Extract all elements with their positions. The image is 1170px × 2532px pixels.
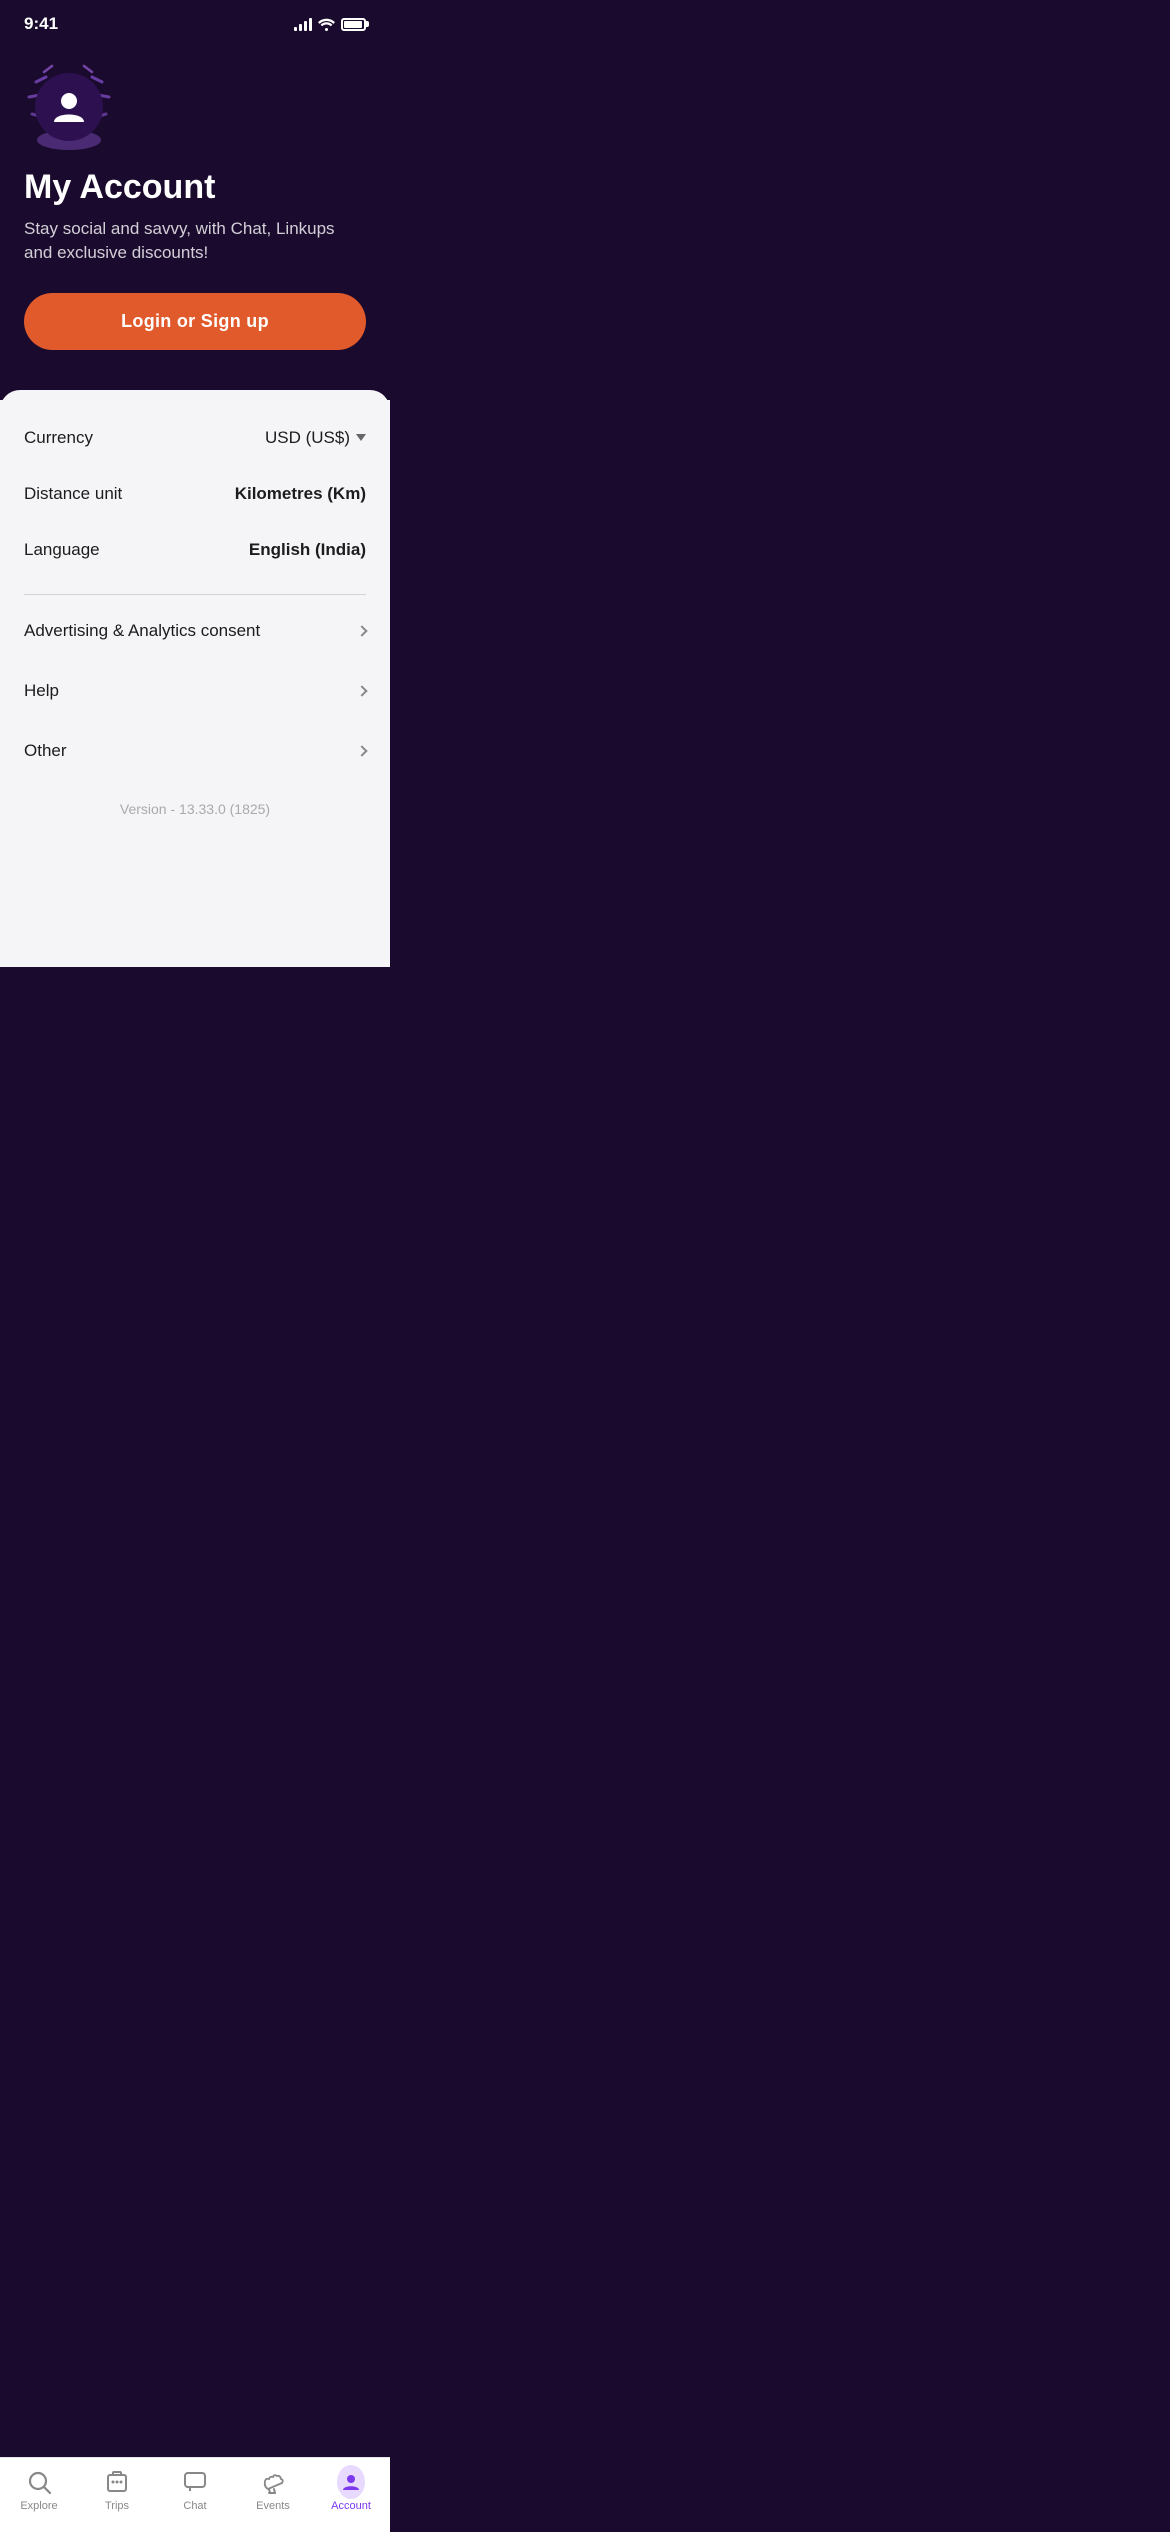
nav-chat-label: Chat [183, 2500, 206, 2512]
help-label: Help [24, 681, 59, 701]
status-time: 9:41 [24, 14, 58, 34]
chevron-right-icon [356, 745, 367, 756]
signal-icon [294, 17, 312, 31]
chat-icon [181, 2468, 209, 2496]
settings-group-preferences: Currency USD (US$) Distance unit Kilomet… [0, 400, 390, 588]
explore-icon [25, 2468, 53, 2496]
trips-icon [103, 2468, 131, 2496]
other-label: Other [24, 741, 67, 761]
distance-unit-text: Kilometres (Km) [235, 484, 366, 504]
currency-value-container: USD (US$) [265, 428, 366, 448]
status-icons [294, 17, 366, 31]
distance-unit-label: Distance unit [24, 484, 122, 504]
nav-trips-label: Trips [105, 2500, 129, 2512]
header-section: My Account Stay social and savvy, with C… [0, 42, 390, 390]
distance-unit-row[interactable]: Distance unit Kilometres (Km) [0, 466, 390, 522]
person-silhouette [50, 88, 88, 126]
status-bar: 9:41 [0, 0, 390, 42]
bottom-nav: Explore Trips Chat [0, 2457, 390, 2532]
language-label: Language [24, 540, 100, 560]
currency-row[interactable]: Currency USD (US$) [0, 410, 390, 466]
avatar-container [24, 62, 114, 152]
advertising-consent-row[interactable]: Advertising & Analytics consent [0, 601, 390, 661]
nav-events-label: Events [256, 2500, 290, 2512]
nav-item-trips[interactable]: Trips [78, 2468, 156, 2512]
distance-unit-value: Kilometres (Km) [235, 484, 366, 504]
other-row[interactable]: Other [0, 721, 390, 781]
nav-item-events[interactable]: Events [234, 2468, 312, 2512]
currency-value: USD (US$) [265, 428, 350, 448]
chevron-right-icon [356, 685, 367, 696]
nav-account-label: Account [331, 2500, 371, 2512]
nav-item-account[interactable]: Account [312, 2468, 390, 2512]
chevron-down-icon [356, 434, 366, 441]
currency-label: Currency [24, 428, 93, 448]
wifi-icon [318, 18, 335, 31]
page-title: My Account [24, 168, 366, 207]
language-row[interactable]: Language English (India) [0, 522, 390, 578]
account-avatar-circle [337, 2465, 365, 2499]
nav-item-chat[interactable]: Chat [156, 2468, 234, 2512]
account-icon [337, 2468, 365, 2496]
events-icon [259, 2468, 287, 2496]
nav-item-explore[interactable]: Explore [0, 2468, 78, 2512]
content-section: Currency USD (US$) Distance unit Kilomet… [0, 390, 390, 967]
login-signup-button[interactable]: Login or Sign up [24, 293, 366, 350]
version-text: Version - 13.33.0 (1825) [0, 781, 390, 847]
battery-icon [341, 18, 366, 31]
advertising-consent-label: Advertising & Analytics consent [24, 621, 260, 641]
help-row[interactable]: Help [0, 661, 390, 721]
chevron-right-icon [356, 625, 367, 636]
language-value: English (India) [249, 540, 366, 560]
language-text: English (India) [249, 540, 366, 560]
avatar [35, 73, 103, 141]
page-subtitle: Stay social and savvy, with Chat, Linkup… [24, 217, 366, 265]
section-divider [24, 594, 366, 595]
nav-explore-label: Explore [20, 2500, 57, 2512]
